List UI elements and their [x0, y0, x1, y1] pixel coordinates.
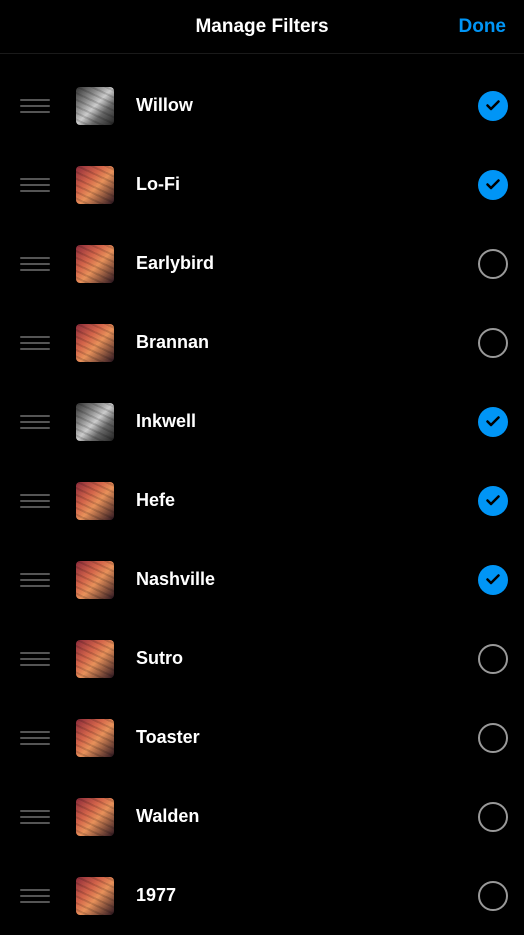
filter-toggle[interactable]: [478, 170, 508, 200]
header: Manage Filters Done: [0, 0, 524, 54]
drag-handle-icon[interactable]: [20, 889, 50, 903]
filter-name-label: Sutro: [136, 648, 478, 669]
filter-thumbnail: [76, 719, 114, 757]
filter-thumbnail: [76, 87, 114, 125]
done-button[interactable]: Done: [459, 16, 507, 38]
filter-name-label: Earlybird: [136, 253, 478, 274]
drag-handle-icon[interactable]: [20, 652, 50, 666]
filter-row: Walden: [0, 777, 524, 856]
filter-thumbnail: [76, 798, 114, 836]
filter-toggle[interactable]: [478, 407, 508, 437]
filter-row: Inkwell: [0, 382, 524, 461]
drag-handle-icon[interactable]: [20, 257, 50, 271]
filter-row: Toaster: [0, 698, 524, 777]
check-icon: [486, 574, 500, 585]
filter-thumbnail: [76, 561, 114, 599]
filter-toggle[interactable]: [478, 723, 508, 753]
filter-name-label: Willow: [136, 95, 478, 116]
filter-name-label: Inkwell: [136, 411, 478, 432]
filter-row: 1977: [0, 856, 524, 935]
filter-name-label: Hefe: [136, 490, 478, 511]
filter-row: Willow: [0, 66, 524, 145]
filter-thumbnail: [76, 403, 114, 441]
filter-thumbnail: [76, 166, 114, 204]
drag-handle-icon[interactable]: [20, 494, 50, 508]
filter-name-label: Brannan: [136, 332, 478, 353]
filter-row: Lo-Fi: [0, 145, 524, 224]
filter-name-label: 1977: [136, 885, 478, 906]
check-icon: [486, 179, 500, 190]
filter-name-label: Walden: [136, 806, 478, 827]
check-icon: [486, 100, 500, 111]
filter-toggle[interactable]: [478, 249, 508, 279]
drag-handle-icon[interactable]: [20, 99, 50, 113]
filter-name-label: Nashville: [136, 569, 478, 590]
check-icon: [486, 416, 500, 427]
check-icon: [486, 495, 500, 506]
filter-thumbnail: [76, 482, 114, 520]
filter-name-label: Lo-Fi: [136, 174, 478, 195]
drag-handle-icon[interactable]: [20, 573, 50, 587]
filter-toggle[interactable]: [478, 802, 508, 832]
filter-thumbnail: [76, 245, 114, 283]
filter-toggle[interactable]: [478, 91, 508, 121]
filter-row: Sutro: [0, 619, 524, 698]
filter-row: Brannan: [0, 303, 524, 382]
filter-toggle[interactable]: [478, 565, 508, 595]
filter-row: Hefe: [0, 461, 524, 540]
drag-handle-icon[interactable]: [20, 731, 50, 745]
filter-list: Willow Lo-Fi Earlybird Brannan Inkwell Hefe Na…: [0, 54, 524, 935]
filter-name-label: Toaster: [136, 727, 478, 748]
filter-thumbnail: [76, 877, 114, 915]
filter-toggle[interactable]: [478, 486, 508, 516]
drag-handle-icon[interactable]: [20, 810, 50, 824]
filter-toggle[interactable]: [478, 881, 508, 911]
filter-toggle[interactable]: [478, 644, 508, 674]
filter-row: Earlybird: [0, 224, 524, 303]
filter-thumbnail: [76, 324, 114, 362]
filter-row: Nashville: [0, 540, 524, 619]
filter-toggle[interactable]: [478, 328, 508, 358]
drag-handle-icon[interactable]: [20, 178, 50, 192]
drag-handle-icon[interactable]: [20, 415, 50, 429]
page-title: Manage Filters: [195, 16, 328, 38]
filter-thumbnail: [76, 640, 114, 678]
drag-handle-icon[interactable]: [20, 336, 50, 350]
